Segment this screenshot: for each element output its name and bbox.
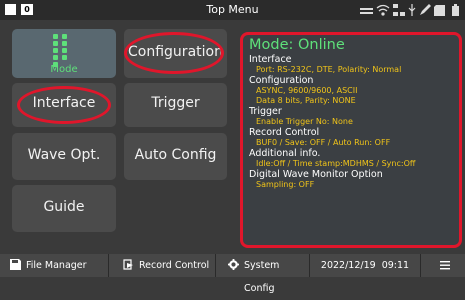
system-config-button[interactable]: System Config <box>216 254 310 294</box>
trigger-heading: Trigger <box>249 106 282 117</box>
bottom-bar: File Manager Record Control System Confi… <box>0 254 465 294</box>
guide-label: Guide <box>43 199 85 215</box>
digital-wave-value: Sampling: OFF <box>256 180 315 189</box>
trigger-button[interactable]: Trigger <box>124 83 227 127</box>
network-icon <box>360 8 373 14</box>
status-bar: 0 Top Menu <box>0 0 465 20</box>
gear-icon <box>228 259 239 270</box>
record-control-heading: Record Control <box>249 127 320 138</box>
configuration-value-2: Data 8 bits, Parity: NONE <box>256 96 356 105</box>
record-control-button[interactable]: Record Control <box>109 254 216 277</box>
save-icon <box>10 259 21 270</box>
additional-info-heading: Additional info. <box>249 148 321 159</box>
configuration-heading: Configuration <box>249 75 314 86</box>
file-manager-label: File Manager <box>26 260 87 271</box>
mode-label: Mode <box>50 64 78 75</box>
sd-card-icon <box>434 5 445 16</box>
auto-config-button[interactable]: Auto Config <box>124 133 227 180</box>
auto-config-label: Auto Config <box>134 147 217 163</box>
mode-status-title: Mode: Online <box>249 37 345 53</box>
record-icon <box>123 259 133 270</box>
highlight-ellipse-interface <box>17 86 111 124</box>
lan-icon <box>393 4 405 16</box>
trigger-label: Trigger <box>151 95 200 111</box>
usb-icon <box>408 4 416 16</box>
pen-icon <box>420 4 431 15</box>
mode-grid-icon <box>51 33 75 68</box>
configuration-value-1: ASYNC, 9600/9600, ASCII <box>256 86 358 95</box>
additional-info-value: Idle:Off / Time stamp:MDHMS / Sync:Off <box>256 159 416 168</box>
datetime: 2022/12/19 09:11 <box>310 254 421 277</box>
info-panel: Mode: Online Interface Port: RS-232C, DT… <box>240 32 462 248</box>
status-icons <box>360 4 459 16</box>
record-control-value: BUF0 / Save: OFF / Auto Run: OFF <box>256 138 391 147</box>
wifi-icon <box>376 4 390 16</box>
trigger-value: Enable Trigger No: None <box>256 117 353 126</box>
highlight-ellipse-configuration <box>124 32 224 74</box>
interface-heading: Interface <box>249 54 292 65</box>
record-control-label: Record Control <box>139 260 210 271</box>
wave-opt-label: Wave Opt. <box>27 147 101 163</box>
system-config-label: System Config <box>244 260 280 294</box>
battery-icon <box>452 4 459 16</box>
interface-value: Port: RS-232C, DTE, Polarity: Normal <box>256 65 402 74</box>
wave-opt-button[interactable]: Wave Opt. <box>12 133 116 180</box>
mode-button[interactable]: Mode <box>12 29 116 78</box>
guide-button[interactable]: Guide <box>12 185 116 232</box>
menu-icon[interactable] <box>440 260 450 271</box>
digital-wave-heading: Digital Wave Monitor Option <box>249 169 383 180</box>
file-manager-button[interactable]: File Manager <box>0 254 109 277</box>
